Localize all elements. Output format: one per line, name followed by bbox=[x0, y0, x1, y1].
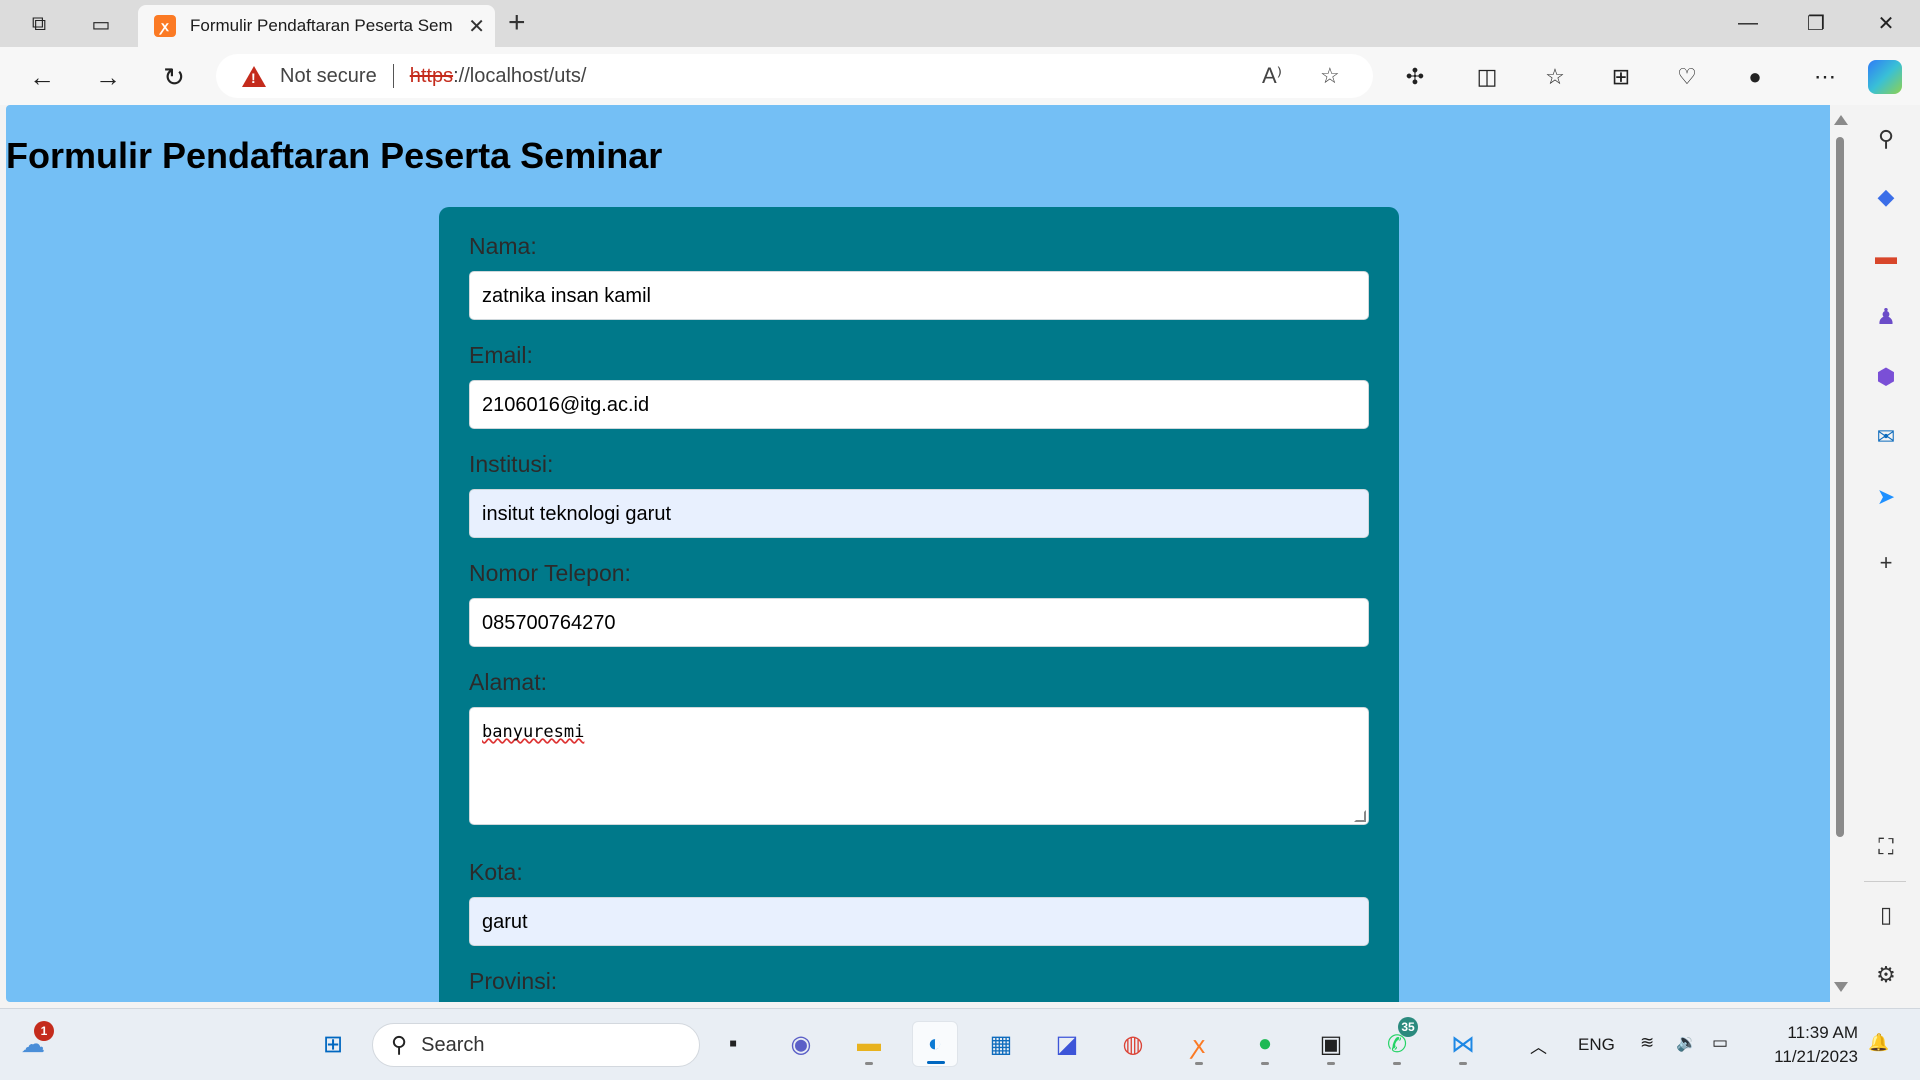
terminal-icon[interactable]: ▣ bbox=[1308, 1021, 1354, 1067]
institusi-label: Institusi: bbox=[469, 451, 554, 477]
scroll-up-icon[interactable] bbox=[1834, 115, 1848, 125]
clock-time: 11:39 AM bbox=[1787, 1023, 1858, 1042]
screenshot-icon[interactable]: ⛶ bbox=[1872, 833, 1900, 861]
store-icon[interactable]: ▦ bbox=[978, 1021, 1024, 1067]
title-bar: ⧉ ▭ ꭗ Formulir Pendaftaran Peserta Semin… bbox=[0, 0, 1920, 47]
xampp-icon[interactable]: ꭗ bbox=[1176, 1021, 1222, 1067]
edge-icon[interactable]: ◐ bbox=[912, 1021, 958, 1067]
copilot-icon[interactable] bbox=[1868, 60, 1902, 94]
read-aloud-icon[interactable]: A⁾ bbox=[1262, 63, 1282, 89]
file-explorer-icon[interactable]: ▬ bbox=[846, 1021, 892, 1067]
page-title: Formulir Pendaftaran Peserta Seminar bbox=[6, 135, 663, 176]
scroll-down-icon[interactable] bbox=[1834, 982, 1848, 992]
close-tab-icon[interactable]: ✕ bbox=[468, 14, 485, 39]
browser-essentials-icon[interactable]: ♡ bbox=[1672, 62, 1702, 92]
vscode-icon[interactable]: ⋈ bbox=[1440, 1021, 1486, 1067]
divider bbox=[392, 64, 394, 88]
hide-sidebar-icon[interactable]: ▯ bbox=[1872, 901, 1900, 929]
chrome-icon[interactable]: ◍ bbox=[1110, 1021, 1156, 1067]
battery-icon[interactable]: ▭ bbox=[1712, 1033, 1728, 1053]
more-options-icon[interactable]: ⋯ bbox=[1810, 62, 1840, 92]
nama-label: Nama: bbox=[469, 233, 537, 259]
scroll-thumb[interactable] bbox=[1836, 137, 1844, 837]
profile-icon[interactable]: ● bbox=[1740, 62, 1770, 92]
back-icon[interactable]: ← bbox=[24, 59, 60, 95]
whatsapp-badge: 35 bbox=[1398, 1017, 1418, 1037]
url-protocol: https bbox=[409, 64, 454, 87]
forward-icon[interactable]: → bbox=[90, 59, 126, 95]
telepon-label: Nomor Telepon: bbox=[469, 560, 631, 586]
alamat-label: Alamat: bbox=[469, 669, 547, 695]
address-bar[interactable]: Not secure https ://localhost/uts/ A⁾ ☆ bbox=[216, 54, 1373, 98]
search-label: Search bbox=[421, 1033, 485, 1056]
send-icon[interactable]: ➤ bbox=[1872, 483, 1900, 511]
wifi-icon[interactable]: ≋ bbox=[1640, 1033, 1654, 1053]
nama-input[interactable]: zatnika insan kamil bbox=[469, 271, 1369, 320]
browser-tab[interactable]: ꭗ Formulir Pendaftaran Peserta Seminar ✕ bbox=[138, 5, 495, 47]
vertical-tabs-icon[interactable]: ▭ bbox=[86, 10, 116, 38]
page-viewport: Formulir Pendaftaran Peserta Seminar Nam… bbox=[6, 105, 1830, 1002]
xampp-icon: ꭗ bbox=[154, 15, 176, 37]
kota-label: Kota: bbox=[469, 859, 523, 885]
workspaces-icon[interactable]: ⧉ bbox=[24, 10, 54, 38]
browser-toolbar: ← → ↻ Not secure https ://localhost/uts/… bbox=[0, 47, 1920, 105]
collections-icon[interactable]: ⊞ bbox=[1606, 62, 1636, 92]
favorite-star-icon[interactable]: ☆ bbox=[1320, 63, 1340, 89]
warning-icon bbox=[242, 65, 266, 87]
start-icon[interactable]: ⊞ bbox=[310, 1021, 356, 1067]
shopping-icon[interactable]: ◆ bbox=[1872, 183, 1900, 211]
clock[interactable]: 11:39 AM 11/21/2023 bbox=[1758, 1021, 1858, 1069]
notifications-icon[interactable]: 🔔 bbox=[1868, 1033, 1889, 1053]
registration-form: Nama: zatnika insan kamil Email: 2106016… bbox=[439, 207, 1399, 1002]
alamat-textarea[interactable]: banyuresmi bbox=[469, 707, 1369, 825]
close-window-icon[interactable]: ✕ bbox=[1866, 8, 1906, 38]
security-label[interactable]: Not secure bbox=[280, 65, 377, 88]
email-input[interactable]: 2106016@itg.ac.id bbox=[469, 380, 1369, 429]
taskbar: ☁ 1 ⊞ ⚲ Search ▪ ◉ ▬ ◐ ▦ ◪ ◍ ꭗ ● ▣ ✆ 35 … bbox=[0, 1008, 1920, 1080]
split-screen-icon[interactable]: ◫ bbox=[1472, 62, 1502, 92]
extensions-icon[interactable]: ✣ bbox=[1400, 62, 1430, 92]
chat-icon[interactable]: ◉ bbox=[778, 1021, 824, 1067]
institusi-input[interactable]: insitut teknologi garut bbox=[469, 489, 1369, 538]
weather-badge: 1 bbox=[34, 1021, 54, 1041]
edge-sidebar: ⚲ ◆ ▬ ♟ ⬢ ✉ ➤ + ⛶ ▯ ⚙ bbox=[1850, 105, 1920, 1002]
url-text: ://localhost/uts/ bbox=[453, 64, 587, 87]
new-tab-icon[interactable]: + bbox=[508, 6, 526, 40]
search-icon[interactable]: ⚲ bbox=[1872, 125, 1900, 153]
minimize-icon[interactable]: — bbox=[1728, 8, 1768, 38]
outlook-icon[interactable]: ✉ bbox=[1872, 423, 1900, 451]
favorites-icon[interactable]: ☆ bbox=[1540, 62, 1570, 92]
clock-date: 11/21/2023 bbox=[1774, 1047, 1858, 1066]
refresh-icon[interactable]: ↻ bbox=[156, 59, 192, 95]
show-hidden-icons[interactable]: ︿ bbox=[1530, 1033, 1547, 1058]
kota-input[interactable]: garut bbox=[469, 897, 1369, 946]
taskbar-search[interactable]: ⚲ Search bbox=[372, 1023, 700, 1067]
spotify-icon[interactable]: ● bbox=[1242, 1021, 1288, 1067]
email-label: Email: bbox=[469, 342, 533, 368]
telepon-input[interactable]: 085700764270 bbox=[469, 598, 1369, 647]
tools-icon[interactable]: ▬ bbox=[1872, 243, 1900, 271]
divider bbox=[1864, 881, 1906, 882]
visual-studio-icon[interactable]: ◪ bbox=[1044, 1021, 1090, 1067]
settings-icon[interactable]: ⚙ bbox=[1872, 961, 1900, 989]
task-view-icon[interactable]: ▪ bbox=[710, 1021, 756, 1067]
add-icon[interactable]: + bbox=[1872, 549, 1900, 577]
search-icon: ⚲ bbox=[391, 1032, 408, 1057]
restore-icon[interactable]: ❐ bbox=[1796, 8, 1836, 38]
microsoft-365-icon[interactable]: ⬢ bbox=[1872, 363, 1900, 391]
volume-icon[interactable]: 🔉 bbox=[1676, 1033, 1697, 1053]
language-indicator[interactable]: ENG bbox=[1578, 1035, 1615, 1055]
games-icon[interactable]: ♟ bbox=[1872, 303, 1900, 331]
provinsi-label: Provinsi: bbox=[469, 968, 558, 994]
resize-handle[interactable] bbox=[1354, 810, 1366, 822]
page-scrollbar[interactable] bbox=[1830, 105, 1850, 1002]
alamat-value: banyuresmi bbox=[482, 722, 585, 742]
tab-title: Formulir Pendaftaran Peserta Seminar bbox=[190, 16, 452, 35]
